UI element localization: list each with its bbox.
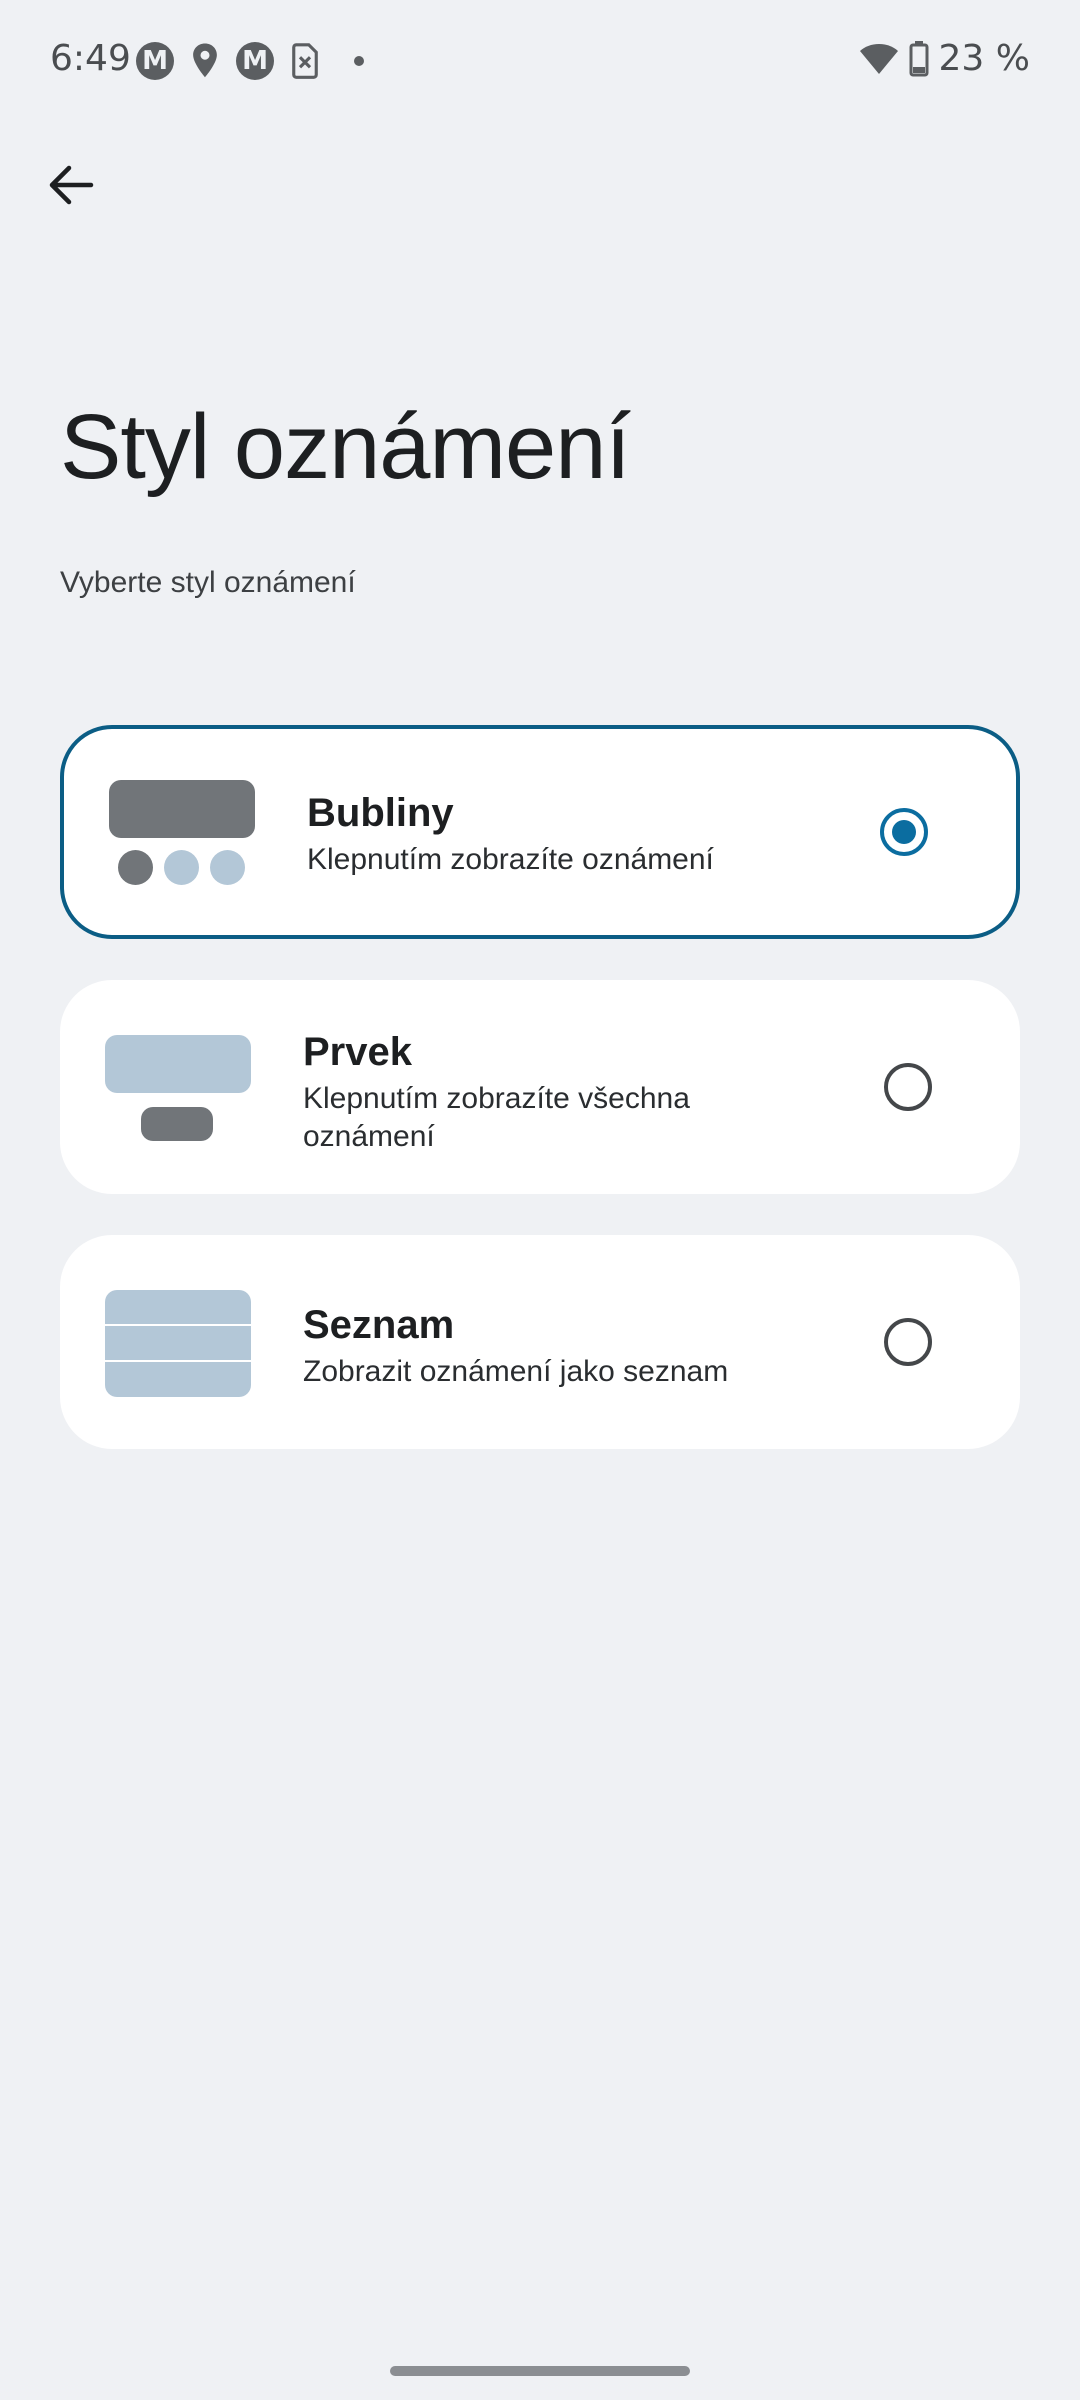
wifi-icon: [859, 43, 898, 74]
home-indicator[interactable]: [390, 2366, 690, 2376]
option-card-list[interactable]: Seznam Zobrazit oznámení jako seznam: [60, 1235, 1020, 1449]
notification-bar-shape: [109, 780, 255, 838]
option-text-bubbles: Bubliny Klepnutím zobrazíte oznámení: [307, 789, 827, 879]
bubble-dot-light: [210, 850, 245, 885]
list-illustration: [105, 1290, 251, 1397]
location-icon: [193, 43, 217, 78]
list-divider: [105, 1360, 251, 1362]
motorola-icon: M: [136, 42, 174, 80]
radio-button-element[interactable]: [884, 1063, 932, 1111]
dot-icon: [354, 56, 364, 66]
status-bar: 6:49 M M 23 %: [0, 0, 1080, 120]
option-title: Bubliny: [307, 791, 454, 835]
motorola-icon: M: [236, 42, 274, 80]
page-title: Styl oznámení: [60, 396, 631, 498]
option-text-list: Seznam Zobrazit oznámení jako seznam: [303, 1301, 823, 1391]
battery-percentage: 23 %: [938, 38, 1030, 79]
back-button[interactable]: [36, 150, 106, 220]
sim-off-icon: [292, 43, 318, 79]
element-illustration: [105, 1035, 251, 1143]
status-icons-right: 23 %: [859, 38, 1030, 79]
arrow-left-icon: [49, 165, 94, 205]
status-time: 6:49: [50, 38, 131, 79]
option-title: Seznam: [303, 1303, 455, 1347]
option-title: Prvek: [303, 1030, 412, 1074]
option-description: Klepnutím zobrazíte všechna oznámení: [303, 1082, 690, 1153]
notification-bar-shape: [105, 1035, 251, 1093]
radio-button-list[interactable]: [884, 1318, 932, 1366]
option-card-bubbles[interactable]: Bubliny Klepnutím zobrazíte oznámení: [60, 725, 1020, 939]
page-subtitle: Vyberte styl oznámení: [60, 566, 356, 599]
element-chip-shape: [141, 1107, 213, 1141]
option-text-element: Prvek Klepnutím zobrazíte všechna oznáme…: [303, 1028, 823, 1156]
option-card-element[interactable]: Prvek Klepnutím zobrazíte všechna oznáme…: [60, 980, 1020, 1194]
option-description: Klepnutím zobrazíte oznámení: [307, 843, 714, 876]
bubble-dot-dark: [118, 850, 153, 885]
option-description: Zobrazit oznámení jako seznam: [303, 1355, 729, 1388]
bubbles-illustration: [109, 780, 255, 888]
radio-button-bubbles[interactable]: [880, 808, 928, 856]
battery-icon: [909, 40, 929, 76]
status-icons-left: M M: [136, 42, 364, 80]
list-block-shape: [105, 1290, 251, 1397]
list-divider: [105, 1324, 251, 1326]
bubble-dot-light: [164, 850, 199, 885]
